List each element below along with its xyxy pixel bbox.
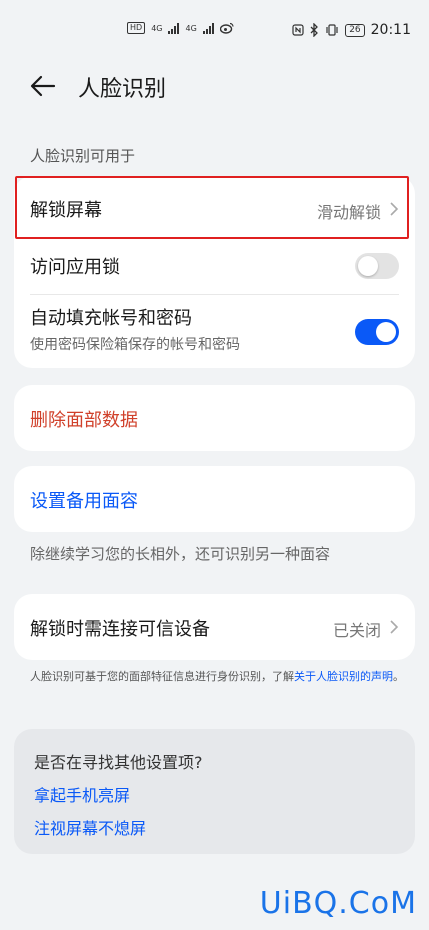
weibo-icon <box>219 22 234 34</box>
suggestion-link-attention-screen[interactable]: 注视屏幕不熄屏 <box>34 815 146 839</box>
section-label: 人脸识别可用于 <box>30 147 136 165</box>
status-left: HD 4G 4G <box>127 22 234 34</box>
page-header: 人脸识别 <box>0 62 429 112</box>
app-lock-label: 访问应用锁 <box>30 257 120 278</box>
signal-icon-1 <box>168 22 180 34</box>
suggestions-title: 是否在寻找其他设置项? <box>34 753 203 772</box>
chevron-right-icon <box>390 620 399 634</box>
delete-face-card[interactable]: 删除面部数据 <box>14 385 415 451</box>
vibrate-icon <box>326 24 338 36</box>
nfc-icon <box>292 24 304 36</box>
back-arrow-icon[interactable] <box>28 72 58 100</box>
signal-icon-2 <box>202 22 214 34</box>
delete-face-button[interactable]: 删除面部数据 <box>30 406 138 432</box>
trusted-device-card[interactable]: 解锁时需连接可信设备 已关闭 <box>14 594 415 660</box>
bluetooth-icon <box>310 23 319 37</box>
app-lock-row[interactable]: 访问应用锁 <box>14 240 415 294</box>
autofill-toggle[interactable] <box>355 319 399 345</box>
disclaimer-end: 。 <box>393 670 404 683</box>
alt-face-card[interactable]: 设置备用面容 <box>14 466 415 532</box>
signal-label-1: 4G <box>151 23 163 33</box>
autofill-row[interactable]: 自动填充帐号和密码 使用密码保险箱保存的帐号和密码 <box>14 295 415 368</box>
signal-label-2: 4G <box>185 23 197 33</box>
status-bar: HD 4G 4G 26 20:11 <box>0 0 429 62</box>
app-lock-toggle[interactable] <box>355 253 399 279</box>
hd-badge: HD <box>127 22 146 34</box>
watermark-logo: UiBQ.CoM <box>259 886 417 921</box>
battery-icon: 26 <box>345 23 365 37</box>
autofill-subtitle: 使用密码保险箱保存的帐号和密码 <box>30 337 240 353</box>
page-title: 人脸识别 <box>78 77 167 102</box>
trusted-device-value: 已关闭 <box>332 621 381 640</box>
set-alt-face-button[interactable]: 设置备用面容 <box>30 487 138 513</box>
alt-face-note: 除继续学习您的长相外，还可识别另一种面容 <box>30 545 331 563</box>
status-right: 26 20:11 <box>292 22 411 38</box>
suggestions-card: 是否在寻找其他设置项? 拿起手机亮屏 注视屏幕不熄屏 <box>14 729 415 854</box>
highlight-annotation <box>15 176 409 239</box>
autofill-label: 自动填充帐号和密码 <box>30 308 192 329</box>
disclaimer-text: 人脸识别可基于您的面部特征信息进行身份识别，了解 <box>30 670 294 683</box>
clock: 20:11 <box>370 22 411 38</box>
trusted-device-label: 解锁时需连接可信设备 <box>30 619 210 640</box>
disclaimer: 人脸识别可基于您的面部特征信息进行身份识别，了解关于人脸识别的声明。 <box>30 669 410 685</box>
suggestion-link-raise-to-wake[interactable]: 拿起手机亮屏 <box>34 782 130 806</box>
disclaimer-link[interactable]: 关于人脸识别的声明 <box>294 670 393 683</box>
